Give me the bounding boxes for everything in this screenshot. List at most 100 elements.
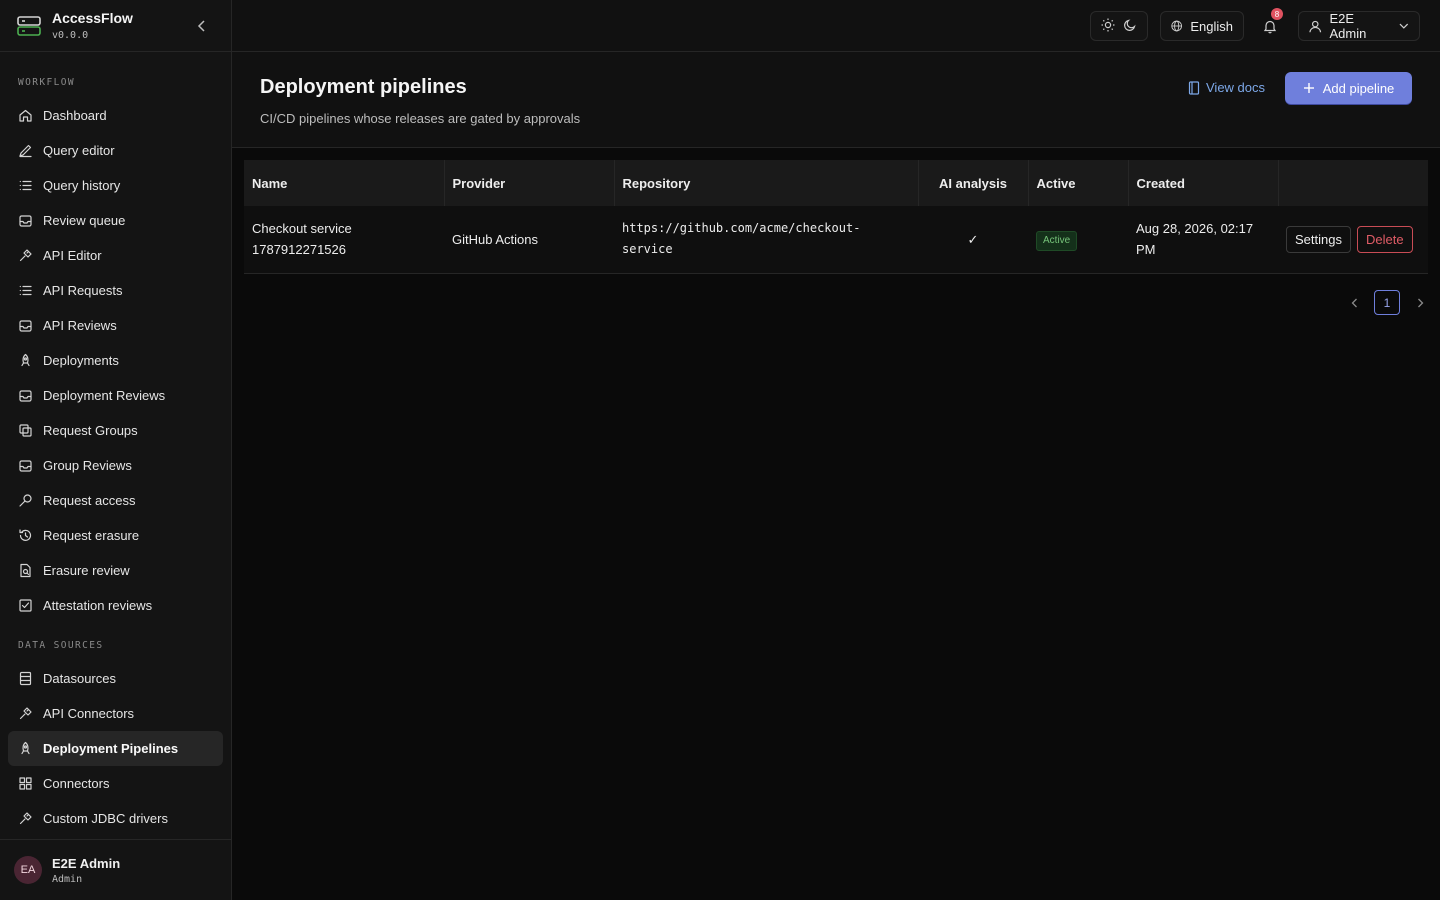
plug-icon bbox=[18, 706, 33, 721]
sidebar-item-api-connectors[interactable]: API Connectors bbox=[8, 696, 223, 731]
globe-icon bbox=[1171, 20, 1182, 32]
plug-icon bbox=[18, 248, 33, 263]
page-number-current[interactable]: 1 bbox=[1374, 290, 1400, 315]
sidebar-item-label: Review queue bbox=[43, 213, 126, 228]
app-version: v0.0.0 bbox=[52, 29, 89, 41]
sidebar-item-dashboard[interactable]: Dashboard bbox=[8, 98, 223, 133]
list-icon bbox=[18, 283, 33, 298]
grid-icon bbox=[18, 776, 33, 791]
sidebar-item-connectors[interactable]: Connectors bbox=[8, 766, 223, 801]
settings-button[interactable]: Settings bbox=[1286, 225, 1351, 253]
sidebar-item-label: Custom JDBC drivers bbox=[43, 811, 168, 826]
view-docs-link[interactable]: View docs bbox=[1188, 80, 1265, 95]
sidebar-item-label: API Connectors bbox=[43, 706, 135, 721]
plug-icon bbox=[18, 811, 33, 826]
sidebar-item-erasure-review[interactable]: Erasure review bbox=[8, 553, 223, 588]
sidebar-item-deployment-pipelines[interactable]: Deployment Pipelines bbox=[8, 731, 223, 766]
sidebar-item-label: Request erasure bbox=[43, 528, 140, 543]
add-pipeline-button[interactable]: Add pipeline bbox=[1285, 72, 1412, 104]
home-icon bbox=[18, 108, 33, 123]
rocket-icon bbox=[18, 353, 33, 368]
prev-page-chevron-left-icon[interactable] bbox=[1344, 293, 1364, 313]
sidebar-item-label: Dashboard bbox=[43, 108, 107, 123]
copy-icon bbox=[18, 423, 33, 438]
chevron-down-icon bbox=[1399, 23, 1409, 29]
column-header-name[interactable]: Name bbox=[244, 160, 445, 206]
page-subtitle: CI/CD pipelines whose releases are gated… bbox=[260, 111, 581, 126]
sidebar-item-label: Deployment Pipelines bbox=[43, 741, 179, 756]
sidebar-item-attestation-reviews[interactable]: Attestation reviews bbox=[8, 588, 223, 623]
sidebar-item-review-queue[interactable]: Review queue bbox=[8, 203, 223, 238]
pagination: 1 bbox=[1344, 290, 1430, 315]
created-time-suffix: PM bbox=[1136, 242, 1156, 258]
table-header-row: Name Provider Repository AI analysis Act… bbox=[244, 160, 1428, 206]
sidebar-item-request-groups[interactable]: Request Groups bbox=[8, 413, 223, 448]
section-label-workflow: WORKFLOW bbox=[18, 77, 75, 88]
sidebar-item-api-reviews[interactable]: API Reviews bbox=[8, 308, 223, 343]
user-icon bbox=[1309, 20, 1322, 32]
cell-active: Active bbox=[1028, 206, 1128, 273]
cell-provider: GitHub Actions bbox=[452, 231, 538, 247]
sidebar-item-api-requests[interactable]: API Requests bbox=[8, 273, 223, 308]
section-label-data-sources: DATA SOURCES bbox=[18, 640, 104, 651]
sidebar-user-footer[interactable]: EA E2E Admin Admin bbox=[0, 839, 231, 900]
list-icon bbox=[18, 178, 33, 193]
server-logo-icon bbox=[17, 15, 41, 36]
sidebar-item-deployment-reviews[interactable]: Deployment Reviews bbox=[8, 378, 223, 413]
sidebar-item-deployments[interactable]: Deployments bbox=[8, 343, 223, 378]
cell-repository: https://github.com/acme/checkout-service bbox=[622, 221, 861, 257]
collapse-sidebar-chevron-left-icon[interactable] bbox=[193, 17, 211, 35]
avatar: EA bbox=[14, 856, 42, 884]
delete-button[interactable]: Delete bbox=[1356, 225, 1413, 253]
pipeline-name: Checkout service bbox=[252, 221, 352, 237]
app-name: AccessFlow bbox=[52, 9, 133, 26]
table-row: Checkout service 1787912271526 GitHub Ac… bbox=[244, 206, 1428, 273]
rocket-icon bbox=[18, 741, 33, 756]
book-icon bbox=[1188, 80, 1200, 95]
column-header-ai-analysis[interactable]: AI analysis bbox=[918, 160, 1029, 206]
inbox-icon bbox=[18, 213, 33, 228]
moon-icon[interactable] bbox=[1123, 18, 1137, 35]
pipeline-id: 1787912271526 bbox=[252, 242, 346, 258]
language-selector[interactable]: English bbox=[1160, 11, 1244, 41]
check-square-icon bbox=[18, 598, 33, 613]
sidebar-item-group-reviews[interactable]: Group Reviews bbox=[8, 448, 223, 483]
cell-name: Checkout service 1787912271526 bbox=[244, 206, 444, 273]
add-pipeline-label: Add pipeline bbox=[1322, 80, 1395, 96]
user-menu-button[interactable]: E2E Admin bbox=[1298, 11, 1420, 41]
language-label: English bbox=[1190, 18, 1233, 34]
view-docs-label: View docs bbox=[1206, 80, 1266, 95]
cell-created: Aug 28, 2026, 02:17 PM bbox=[1128, 206, 1278, 273]
history-icon bbox=[18, 528, 33, 543]
key-icon bbox=[18, 493, 33, 508]
sidebar-item-request-access[interactable]: Request access bbox=[8, 483, 223, 518]
sidebar-item-label: Request access bbox=[43, 493, 136, 508]
sidebar-item-label: Deployments bbox=[43, 353, 119, 368]
next-page-chevron-right-icon[interactable] bbox=[1410, 293, 1430, 313]
sidebar-item-query-history[interactable]: Query history bbox=[8, 168, 223, 203]
column-header-active[interactable]: Active bbox=[1028, 160, 1129, 206]
column-header-provider[interactable]: Provider bbox=[444, 160, 615, 206]
pencil-icon bbox=[18, 143, 33, 158]
sidebar-item-datasources[interactable]: Datasources bbox=[8, 661, 223, 696]
database-icon bbox=[18, 671, 33, 686]
sidebar-item-label: Deployment Reviews bbox=[43, 388, 166, 403]
sidebar-item-label: API Requests bbox=[43, 283, 123, 298]
notification-count-badge: 8 bbox=[1271, 8, 1283, 20]
notifications-button[interactable]: 8 bbox=[1256, 8, 1284, 41]
sidebar-item-request-erasure[interactable]: Request erasure bbox=[8, 518, 223, 553]
topbar: English 8 E2E Admin bbox=[232, 0, 1440, 52]
sidebar-item-label: Datasources bbox=[43, 671, 116, 686]
sidebar-item-label: API Editor bbox=[43, 248, 102, 263]
data-sources-nav: Datasources API Connectors Deployment Pipe… bbox=[0, 661, 231, 836]
sidebar-item-custom-jdbc-drivers[interactable]: Custom JDBC drivers bbox=[8, 801, 223, 836]
cell-actions: Settings Delete bbox=[1278, 206, 1428, 273]
sidebar-item-query-editor[interactable]: Query editor bbox=[8, 133, 223, 168]
sidebar-item-api-editor[interactable]: API Editor bbox=[8, 238, 223, 273]
column-header-repository[interactable]: Repository bbox=[614, 160, 919, 206]
page-title: Deployment pipelines bbox=[260, 76, 467, 98]
sidebar-item-label: API Reviews bbox=[43, 318, 117, 333]
sun-icon[interactable] bbox=[1101, 18, 1115, 35]
pipelines-table: Name Provider Repository AI analysis Act… bbox=[244, 160, 1428, 274]
column-header-created[interactable]: Created bbox=[1128, 160, 1279, 206]
